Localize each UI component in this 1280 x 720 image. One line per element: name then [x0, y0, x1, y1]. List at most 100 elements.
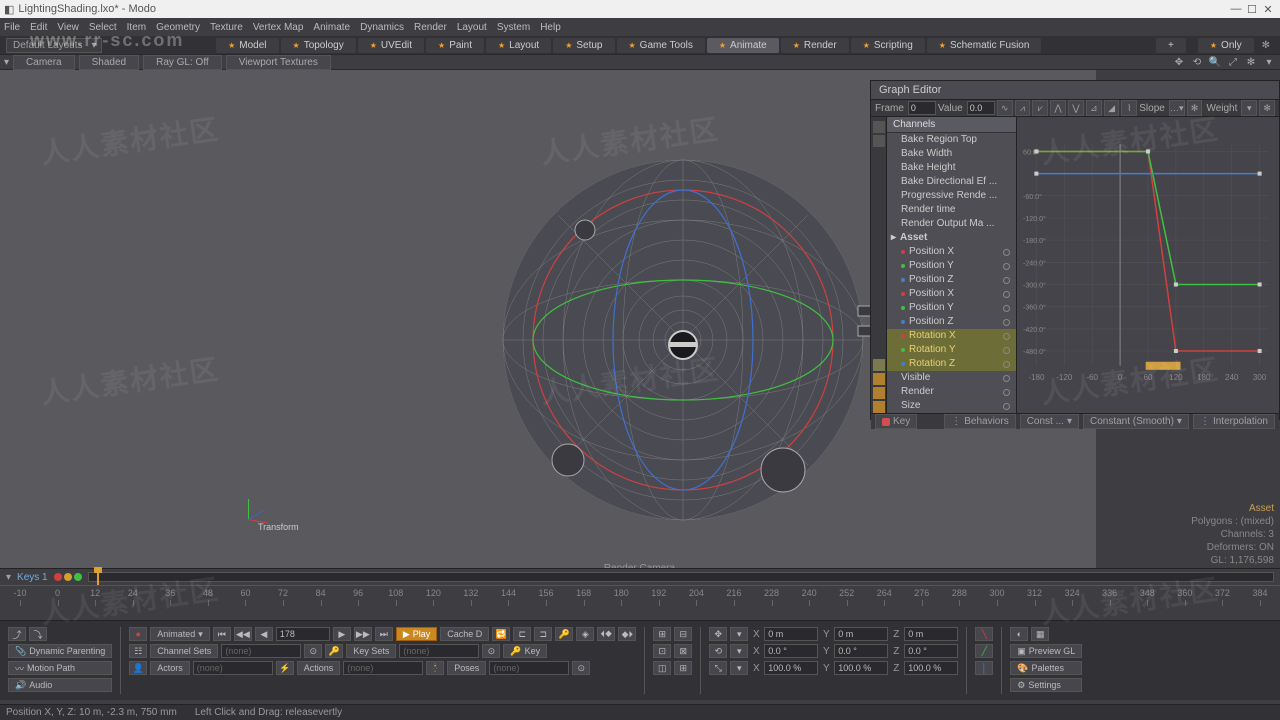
cs-target-icon[interactable]: ⊙ [304, 644, 322, 658]
vp-gear-icon[interactable]: ✻ [1244, 57, 1258, 68]
channel-row[interactable]: Position Z [887, 273, 1016, 287]
vp-fit-icon[interactable]: ⤢ [1226, 57, 1240, 68]
channel-sets-icon[interactable]: ☷ [129, 644, 147, 658]
channel-sets-none[interactable]: (none) [221, 644, 301, 658]
play-button[interactable]: ▶ Play [396, 627, 437, 641]
toggle2-icon[interactable]: ▦ [1031, 627, 1049, 641]
curve-tool-7-icon[interactable]: ◢ [1104, 100, 1120, 116]
poses-target-icon[interactable]: ⊙ [572, 661, 590, 675]
layout-dropdown[interactable]: Default Layouts▾ [6, 38, 102, 53]
audio-button[interactable]: 🔊 Audio [8, 678, 112, 692]
timeline-caret-icon[interactable]: ▾ [6, 572, 11, 583]
channel-row[interactable]: Position X [887, 245, 1016, 259]
pos-y-field[interactable]: 0 m [834, 627, 888, 641]
weight-gear-icon[interactable]: ✻ [1259, 100, 1275, 116]
menu-render[interactable]: Render [414, 22, 447, 33]
toggle1-icon[interactable]: ◐ [1010, 627, 1028, 641]
keys-label[interactable]: Keys 1 [17, 572, 48, 583]
interpolation-button[interactable]: ⋮ Interpolation [1193, 414, 1275, 429]
axis-widget2-icon[interactable]: ╱ [975, 644, 993, 658]
rot-z-field[interactable]: 0.0 ° [904, 644, 958, 658]
next-key-icon[interactable]: ▶▶ [354, 627, 372, 641]
rot-y-field[interactable]: 0.0 ° [834, 644, 888, 658]
menu-edit[interactable]: Edit [30, 22, 47, 33]
tab-only[interactable]: ★Only [1198, 38, 1254, 53]
grid6-icon[interactable]: ⊞ [674, 661, 692, 675]
channel-row[interactable]: Bake Directional Ef ... [887, 175, 1016, 189]
channel-row[interactable]: Position Y [887, 301, 1016, 315]
key-all-icon[interactable]: ◈ [576, 627, 594, 641]
menu-animate[interactable]: Animate [313, 22, 350, 33]
weight-dropdown[interactable]: ▾ [1241, 100, 1257, 116]
key-filter-dots[interactable] [54, 573, 82, 581]
prev-key-icon[interactable]: ◀◀ [234, 627, 252, 641]
vp-more-icon[interactable]: ▾ [1262, 57, 1276, 68]
key-prev-icon[interactable]: ⏴◆ [597, 627, 615, 641]
key-sets-icon[interactable]: 🔑 [325, 644, 343, 658]
tab-game-tools[interactable]: ★Game Tools [617, 38, 705, 53]
grid5-icon[interactable]: ◫ [653, 661, 671, 675]
swatch3-icon[interactable] [873, 401, 885, 413]
actions-icon[interactable]: ⚡ [276, 661, 294, 675]
tab-setup[interactable]: ★Setup [553, 38, 614, 53]
slope-dropdown[interactable]: …▾ [1169, 100, 1185, 116]
pre-behavior-dropdown[interactable]: Const ... ▾ [1020, 414, 1079, 429]
vp-move-icon[interactable]: ✥ [1172, 57, 1186, 68]
grid1-icon[interactable]: ⊞ [653, 627, 671, 641]
rotate-caret-icon[interactable]: ▾ [730, 644, 748, 658]
swatch1-icon[interactable] [873, 373, 885, 385]
vp-zoom-icon[interactable]: 🔍 [1208, 57, 1222, 68]
grid4-icon[interactable]: ⊠ [674, 644, 692, 658]
channel-row[interactable]: Render [887, 385, 1016, 399]
post-behavior-dropdown[interactable]: Constant (Smooth) ▾ [1083, 414, 1189, 429]
frame-input[interactable] [908, 101, 936, 115]
channel-row[interactable]: Size [887, 399, 1016, 413]
animated-dropdown[interactable]: Animated ▾ [150, 627, 210, 641]
channel-row[interactable]: Rotation X [887, 329, 1016, 343]
shading-dropdown[interactable]: Shaded [79, 55, 139, 70]
next-frame-icon[interactable]: ▶ [333, 627, 351, 641]
scl-z-field[interactable]: 100.0 % [904, 661, 958, 675]
tab-paint[interactable]: ★Paint [426, 38, 484, 53]
cache-dropdown[interactable]: Cache D [440, 627, 489, 641]
timeline-playhead[interactable] [97, 571, 99, 585]
record-icon[interactable]: ● [129, 627, 147, 641]
motion-path-button[interactable]: 〰 Motion Path [8, 661, 112, 675]
tab-render[interactable]: ★Render [781, 38, 849, 53]
lock-icon[interactable] [873, 121, 885, 133]
grid2-icon[interactable]: ⊟ [674, 627, 692, 641]
key-button[interactable]: Key [875, 414, 917, 429]
timeline-ruler[interactable]: -100122436486072849610812013214415616818… [0, 585, 1280, 613]
curve-tool-2-icon[interactable]: ⩘ [1015, 100, 1031, 116]
channel-sets-button[interactable]: Channel Sets [150, 644, 218, 658]
vp-rotate-icon[interactable]: ⟲ [1190, 57, 1204, 68]
tab-topology[interactable]: ★Topology [281, 38, 356, 53]
scale-caret-icon[interactable]: ▾ [730, 661, 748, 675]
scale-tool-icon[interactable]: ⤡ [709, 661, 727, 675]
curve-tool-8-icon[interactable]: ⌇ [1121, 100, 1137, 116]
tab-layout[interactable]: ★Layout [486, 38, 551, 53]
curve-tool-6-icon[interactable]: ⊿ [1086, 100, 1102, 116]
menu-geometry[interactable]: Geometry [156, 22, 200, 33]
curve-tool-4-icon[interactable]: ⋀ [1050, 100, 1066, 116]
tab-scripting[interactable]: ★Scripting [851, 38, 925, 53]
last-frame-icon[interactable]: ⏭ [375, 627, 393, 641]
menu-file[interactable]: File [4, 22, 20, 33]
dynamic-parenting-button[interactable]: 📎 Dynamic Parenting [8, 644, 112, 658]
curve-tool-1-icon[interactable]: ∿ [997, 100, 1013, 116]
tab-schematic-fusion[interactable]: ★Schematic Fusion [927, 38, 1042, 53]
menu-system[interactable]: System [497, 22, 530, 33]
curve-graph[interactable]: -180-120-6006012018024030060.0°-60.0°-12… [1017, 117, 1279, 413]
actions-none[interactable]: (none) [343, 661, 423, 675]
tab-plus[interactable]: + [1156, 38, 1186, 53]
vp-caret-icon[interactable]: ▾ [4, 57, 9, 68]
raygl-toggle[interactable]: Ray GL: Off [143, 55, 222, 70]
range1-icon[interactable]: ⊏ [513, 627, 531, 641]
grid3-icon[interactable]: ⊡ [653, 644, 671, 658]
channel-row[interactable]: Render time [887, 203, 1016, 217]
scl-x-field[interactable]: 100.0 % [764, 661, 818, 675]
asset-group-row[interactable]: ▸Asset [887, 231, 1016, 245]
channel-row[interactable]: Bake Width [887, 147, 1016, 161]
channel-row[interactable]: Render Output Ma ... [887, 217, 1016, 231]
tab-uvedit[interactable]: ★UVEdit [358, 38, 424, 53]
